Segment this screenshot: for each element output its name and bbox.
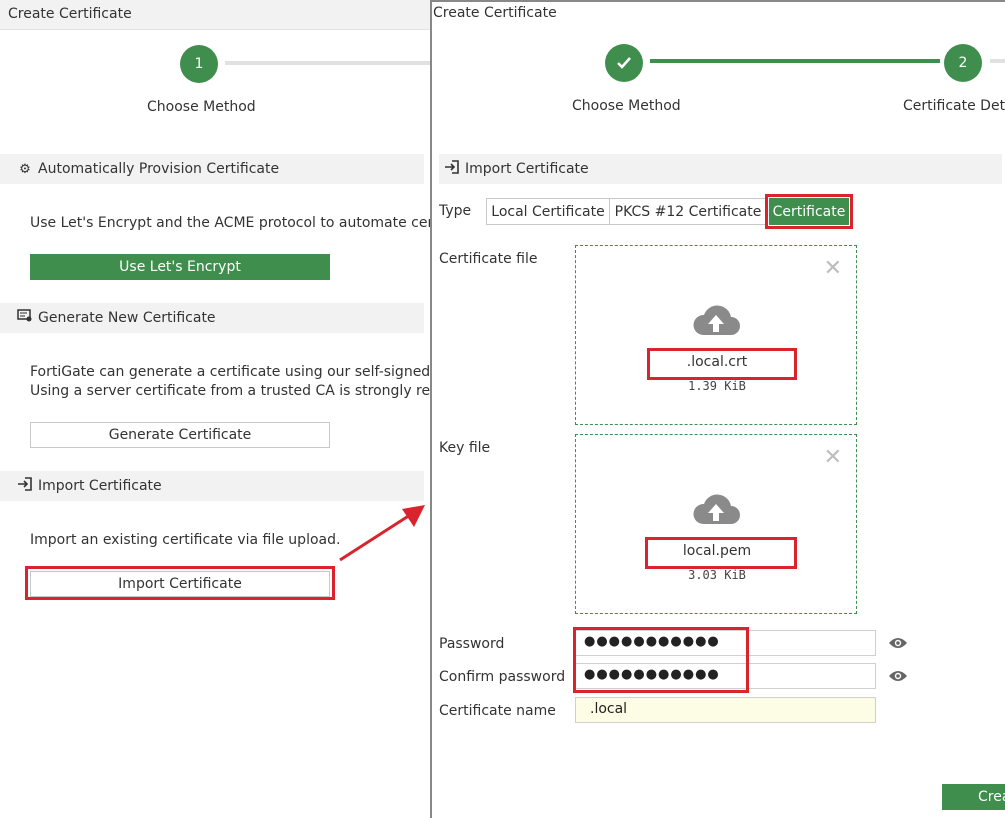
key-file-size: 3.03 KiB [688, 568, 746, 582]
remove-file-icon[interactable]: ✕ [824, 445, 842, 470]
type-pkcs12-certificate[interactable]: PKCS #12 Certificate [609, 198, 767, 225]
import-icon [443, 160, 461, 178]
show-password-eye-icon[interactable] [888, 636, 908, 650]
import-icon [16, 477, 34, 495]
password-label: Password [439, 636, 505, 652]
step1-complete-circle [605, 44, 643, 82]
certificate-file-dropzone[interactable]: ✕ .local.crt 1.39 KiB [575, 245, 857, 425]
auto-provision-section-header: ⚙ Automatically Provision Certificate [0, 154, 424, 184]
certificate-name-label: Certificate name [439, 703, 556, 719]
certificate-icon [16, 309, 34, 327]
checkmark-icon [617, 57, 631, 69]
generate-section-header: Generate New Certificate [0, 303, 424, 333]
import-heading: Import Certificate [38, 478, 162, 494]
certificate-file-label: Certificate file [439, 251, 538, 267]
cloud-upload-icon [693, 494, 740, 524]
step1-label: Choose Method [147, 99, 256, 115]
lightbulb-icon: ⚙ [19, 161, 31, 177]
highlight-passwords [573, 627, 749, 693]
step1-circle: 1 [180, 45, 218, 83]
generate-heading: Generate New Certificate [38, 310, 216, 326]
generate-description-line1: FortiGate can generate a certificate usi… [30, 364, 430, 380]
highlight-certificate-file [647, 348, 797, 380]
cloud-upload-icon [693, 305, 740, 335]
import-description: Import an existing certificate via file … [30, 532, 341, 548]
generate-certificate-button[interactable]: Generate Certificate [30, 422, 330, 448]
use-lets-encrypt-button[interactable]: Use Let's Encrypt [30, 254, 330, 280]
generate-description-line2: Using a server certificate from a truste… [30, 383, 430, 399]
remove-file-icon[interactable]: ✕ [824, 256, 842, 281]
confirm-password-label: Confirm password [439, 669, 566, 685]
auto-provision-heading: Automatically Provision Certificate [38, 161, 280, 177]
step-progress-line [225, 61, 430, 65]
highlight-key-file [645, 537, 797, 569]
highlight-type-certificate [765, 194, 853, 229]
highlight-import-button [25, 566, 335, 600]
import-certificate-section-header: Import Certificate [439, 154, 1002, 184]
key-file-label: Key file [439, 440, 491, 456]
left-panel: Create Certificate 1 Choose Method ⚙ Aut… [0, 0, 430, 818]
type-local-certificate[interactable]: Local Certificate [486, 198, 610, 225]
import-certificate-heading: Import Certificate [465, 161, 589, 177]
step-progress-line-pending [990, 59, 1005, 63]
certificate-file-size: 1.39 KiB [688, 379, 746, 393]
type-label: Type [439, 203, 472, 219]
right-title: Create Certificate [432, 2, 1005, 28]
step2-label: Certificate Deta [903, 98, 1005, 114]
step1-label: Choose Method [572, 98, 681, 114]
certificate-name-field[interactable]: .local [575, 697, 876, 723]
step-progress-line-done [650, 59, 940, 63]
show-confirm-password-eye-icon[interactable] [888, 669, 908, 683]
left-title: Create Certificate [0, 0, 430, 30]
create-button[interactable]: Crea [942, 784, 1005, 810]
auto-provision-description: Use Let's Encrypt and the ACME protocol … [30, 215, 430, 231]
right-panel: Create Certificate 2 Choose Method Certi… [430, 0, 1005, 818]
key-file-dropzone[interactable]: ✕ local.pem 3.03 KiB [575, 434, 857, 614]
step2-circle: 2 [944, 44, 982, 82]
annotation-arrow [339, 505, 425, 562]
